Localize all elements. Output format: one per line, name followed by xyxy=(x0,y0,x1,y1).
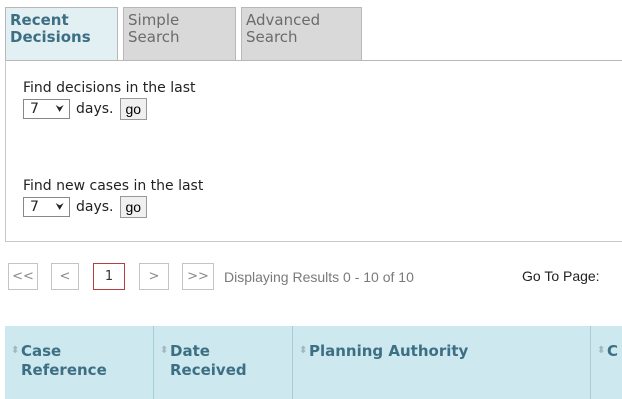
column-header-truncated[interactable]: ⬍ C xyxy=(591,326,622,399)
tab-recent-decisions[interactable]: Recent Decisions xyxy=(5,7,118,61)
first-page-button[interactable]: << xyxy=(8,263,38,290)
find-new-cases-form: Find new cases in the last 7 ⮟ days. go xyxy=(23,178,203,218)
tab-label-line2: Search xyxy=(128,28,180,46)
column-label-line1: Date xyxy=(170,342,210,360)
days-suffix: days. xyxy=(76,199,114,215)
days-suffix: days. xyxy=(76,101,114,117)
pagination: << < 1 > >> Displaying Results 0 - 10 of… xyxy=(8,263,414,290)
column-header-planning-authority[interactable]: ⬍ Planning Authority xyxy=(293,326,591,399)
new-cases-days-value: 7 xyxy=(30,199,39,215)
tab-label-line1: Recent xyxy=(10,11,69,29)
sort-icon: ⬍ xyxy=(11,345,20,356)
last-page-button[interactable]: >> xyxy=(182,263,214,290)
sort-icon: ⬍ xyxy=(597,345,606,356)
tab-simple-search[interactable]: Simple Search xyxy=(123,7,236,61)
find-decisions-label: Find decisions in the last xyxy=(23,80,196,96)
tab-label-line2: Decisions xyxy=(10,28,91,46)
next-page-button[interactable]: > xyxy=(139,263,169,290)
go-to-page-label: Go To Page: xyxy=(522,268,600,284)
column-header-date-received[interactable]: ⬍ Date Received xyxy=(154,326,293,399)
sort-icon: ⬍ xyxy=(160,345,169,356)
decisions-go-button[interactable]: go xyxy=(119,98,148,120)
tab-label-line1: Simple xyxy=(128,11,180,29)
column-label-line2: Received xyxy=(170,361,247,379)
tab-label-line1: Advanced xyxy=(246,11,321,29)
tab-label-line2: Search xyxy=(246,28,298,46)
decisions-days-value: 7 xyxy=(30,101,39,117)
column-header-case-reference[interactable]: ⬍ Case Reference xyxy=(5,326,154,399)
results-count-text: Displaying Results 0 - 10 of 10 xyxy=(224,268,414,285)
column-label-line1: C xyxy=(607,342,619,360)
chevron-down-icon: ⮟ xyxy=(55,201,65,213)
recent-decisions-panel: Find decisions in the last 7 ⮟ days. go … xyxy=(5,60,622,242)
column-label-line1: Planning Authority xyxy=(309,342,469,360)
column-label-line2: Reference xyxy=(21,361,107,379)
new-cases-days-select[interactable]: 7 ⮟ xyxy=(23,197,70,217)
sort-icon: ⬍ xyxy=(299,345,308,356)
find-decisions-form: Find decisions in the last 7 ⮟ days. go xyxy=(23,80,195,120)
search-tabs: Recent Decisions Simple Search Advanced … xyxy=(5,7,362,61)
find-new-cases-label: Find new cases in the last xyxy=(23,178,204,194)
page-number-button[interactable]: 1 xyxy=(93,263,125,290)
previous-page-button[interactable]: < xyxy=(51,263,79,290)
new-cases-go-button[interactable]: go xyxy=(119,196,148,218)
chevron-down-icon: ⮟ xyxy=(55,103,65,115)
column-label-line1: Case xyxy=(21,342,62,360)
decisions-days-select[interactable]: 7 ⮟ xyxy=(23,99,70,119)
tab-advanced-search[interactable]: Advanced Search xyxy=(241,7,362,61)
results-table-header: ⬍ Case Reference ⬍ Date Received ⬍ Plann… xyxy=(5,326,622,399)
